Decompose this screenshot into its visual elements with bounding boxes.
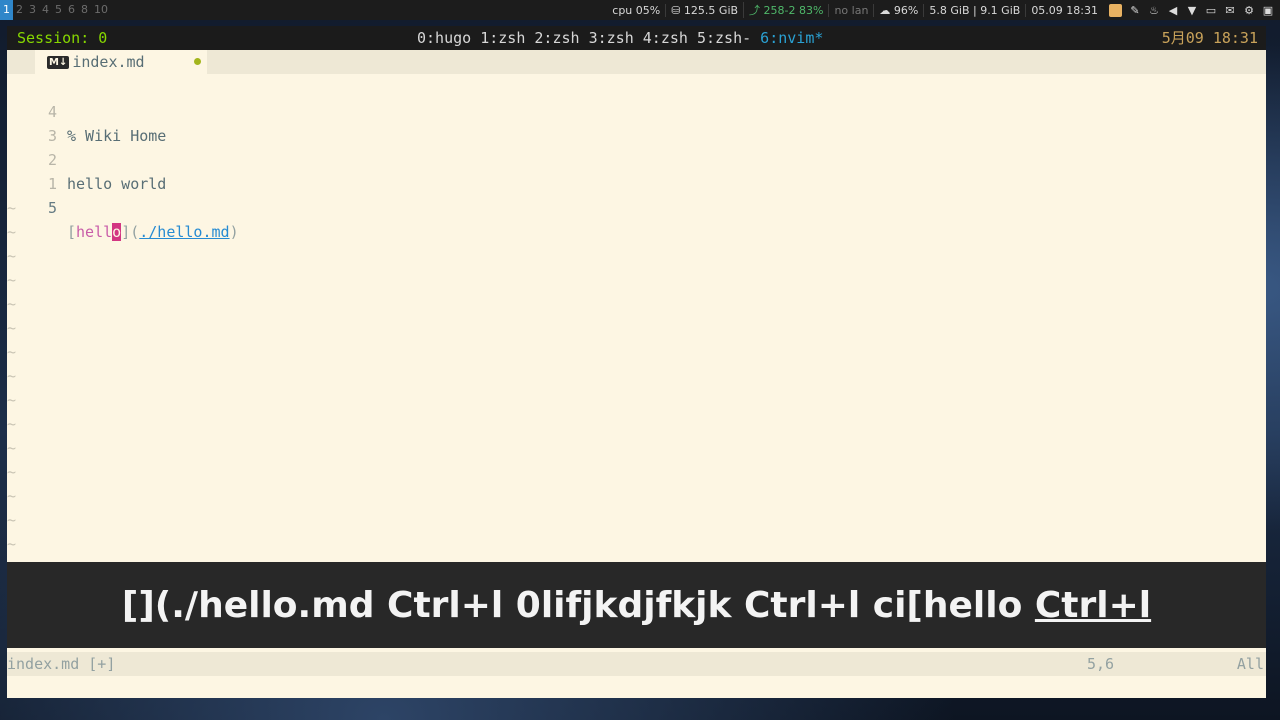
editor-buffer[interactable]: 4 % Wiki Home 3 2 hello world 1 5 [hello…: [7, 76, 1266, 561]
empty-line-tilde: ~: [7, 415, 17, 433]
volume-icon[interactable]: ◀: [1167, 4, 1179, 17]
workspace-2[interactable]: 2: [13, 0, 26, 20]
workspace-3[interactable]: 3: [26, 0, 39, 20]
workspace-5[interactable]: 5: [52, 0, 65, 20]
tmux-window-list: 0:hugo 1:zsh 2:zsh 3:zsh 4:zsh 5:zsh- 6:…: [417, 26, 823, 50]
workspace-8[interactable]: 8: [78, 0, 91, 20]
status-modules: cpu 05% ⛁ 125.5 GiB ⤴ 258-2 83% no lan ☁…: [607, 0, 1280, 20]
link-close-paren: ): [229, 223, 239, 241]
tmux-status-bar: Session: 0 0:hugo 1:zsh 2:zsh 3:zsh 4:zs…: [7, 26, 1266, 50]
workspace-6[interactable]: 6: [65, 0, 78, 20]
tmux-session: Session: 0: [17, 29, 108, 47]
system-top-bar: 1 2 3 4 5 6 8 10 cpu 05% ⛁ 125.5 GiB ⤴ 2…: [0, 0, 1280, 20]
memory-usage: 5.8 GiB | 9.1 GiB: [923, 3, 1025, 17]
link-url[interactable]: ./hello.md: [139, 223, 229, 241]
empty-line-tilde: ~: [7, 391, 17, 409]
empty-line-tilde: ~: [7, 511, 17, 529]
buffer-line[interactable]: 3: [7, 100, 1266, 145]
keycast-text: [](./hello.md Ctrl+l 0lifjkdjfkjk Ctrl+l…: [121, 584, 1035, 626]
empty-line-tilde: ~: [7, 367, 17, 385]
empty-line-tilde: ~: [7, 343, 17, 361]
workspace-1[interactable]: 1: [0, 0, 13, 20]
link-open-bracket: [: [67, 223, 77, 241]
empty-line-markers: ~ ~ ~ ~ ~ ~ ~ ~ ~ ~ ~ ~ ~ ~ ~: [7, 196, 1266, 556]
empty-line-tilde: ~: [7, 319, 17, 337]
buffer-tab-index-md[interactable]: M↓ index.md: [35, 50, 207, 74]
workspace-4[interactable]: 4: [39, 0, 52, 20]
empty-line-tilde: ~: [7, 247, 17, 265]
empty-line-tilde: ~: [7, 439, 17, 457]
lan-status: no lan: [828, 3, 873, 17]
buffer-line[interactable]: 4 % Wiki Home: [7, 76, 1266, 145]
tab-filename: index.md: [72, 53, 145, 71]
terminal-window[interactable]: Session: 0 0:hugo 1:zsh 2:zsh 3:zsh 4:zs…: [7, 26, 1266, 698]
pen-icon[interactable]: ✎: [1129, 4, 1141, 17]
workspace-10[interactable]: 10: [91, 0, 111, 20]
empty-line-tilde: ~: [7, 199, 17, 217]
date-time: 05.09 18:31: [1025, 3, 1103, 17]
markdown-icon: M↓: [47, 55, 70, 69]
tmux-windows[interactable]: 0:hugo 1:zsh 2:zsh 3:zsh 4:zsh 5:zsh-: [417, 29, 760, 47]
markdown-link-line: [hello](./hello.md): [67, 220, 239, 244]
command-line[interactable]: [7, 676, 1266, 698]
cat-app-icon[interactable]: [1109, 3, 1122, 17]
keyboard-icon[interactable]: ▭: [1205, 4, 1217, 17]
wifi-status: ☁ 96%: [873, 3, 923, 17]
current-line-number: 5: [47, 199, 57, 217]
empty-line-tilde: ~: [7, 463, 17, 481]
workspace-switcher: 1 2 3 4 5 6 8 10: [0, 0, 111, 20]
link-text: hell: [76, 223, 113, 241]
empty-line-tilde: ~: [7, 295, 17, 313]
window-icon[interactable]: ▣: [1262, 4, 1274, 17]
mail-icon[interactable]: ✉: [1224, 4, 1236, 17]
buffer-line[interactable]: 2 hello world: [7, 124, 1266, 193]
settings-icon[interactable]: ⚙: [1243, 4, 1255, 17]
buffer-current-line[interactable]: 5 [hello](./hello.md): [7, 172, 1266, 241]
nvim-tabline: M↓ index.md: [7, 50, 1266, 74]
wifi-icon[interactable]: ▼: [1186, 4, 1198, 17]
empty-line-tilde: ~: [7, 487, 17, 505]
system-tray: ✎ ♨ ◀ ▼ ▭ ✉ ⚙ ▣: [1103, 3, 1274, 17]
tmux-clock: 5月09 18:31: [1161, 29, 1258, 47]
disk-usage: ⛁ 125.5 GiB: [665, 3, 743, 17]
buffer-line[interactable]: 1: [7, 148, 1266, 193]
empty-line-tilde: ~: [7, 271, 17, 289]
nvim-statusline: index.md [+] 5,6 All: [7, 652, 1266, 676]
cursor-position: 5,6: [1087, 655, 1115, 673]
statusline-filename: index.md [+]: [7, 655, 116, 673]
flame-icon[interactable]: ♨: [1148, 4, 1160, 17]
cpu-usage: cpu 05%: [612, 3, 661, 17]
link-separator: ](: [121, 223, 140, 241]
modified-dot-icon: [194, 58, 201, 65]
tmux-current-window[interactable]: 6:nvim*: [760, 29, 823, 47]
empty-line-tilde: ~: [7, 535, 17, 553]
updates-status: ⤴ 258-2 83%: [743, 2, 828, 18]
keycast-last-key: Ctrl+l: [1034, 584, 1152, 626]
editor-cursor: o: [112, 223, 122, 241]
scroll-indicator: All: [1236, 655, 1264, 673]
keycast-overlay: [](./hello.md Ctrl+l 0lifjkdjfkjk Ctrl+l…: [7, 562, 1266, 648]
